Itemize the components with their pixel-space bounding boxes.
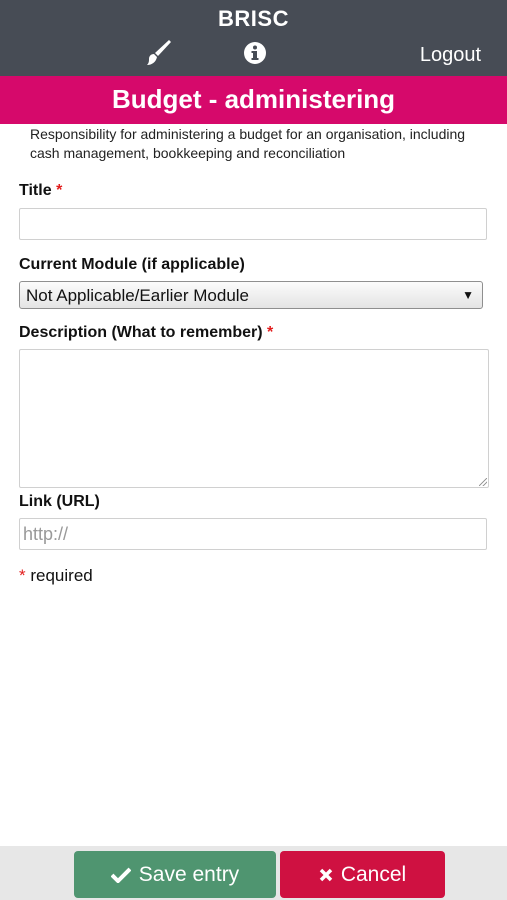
top-app-bar: BRISC Logout: [0, 0, 507, 76]
required-note-text: required: [30, 566, 93, 585]
page-description: Responsibility for administering a budge…: [30, 126, 466, 161]
dropdown-arrow-icon: ▼: [462, 288, 474, 302]
description-textarea[interactable]: [19, 349, 489, 488]
required-asterisk: *: [19, 566, 26, 585]
checkmark-icon: [110, 867, 131, 883]
title-label: Title *: [19, 182, 62, 200]
link-url-input[interactable]: http://: [19, 518, 487, 550]
paintbrush-icon[interactable]: [144, 38, 172, 68]
save-entry-label: Save entry: [138, 862, 240, 886]
module-label: Current Module (if applicable): [19, 256, 245, 273]
title-input[interactable]: [19, 208, 487, 240]
description-label-text: Description (What to remember): [19, 324, 263, 341]
action-footer: Save entry Cancel: [0, 846, 507, 900]
info-icon[interactable]: [243, 41, 267, 65]
cancel-label: Cancel: [340, 862, 407, 886]
resize-handle-icon[interactable]: [479, 478, 487, 486]
link-placeholder: http://: [23, 524, 69, 544]
app-title: BRISC: [218, 6, 289, 31]
cancel-button[interactable]: Cancel: [280, 851, 445, 898]
module-select[interactable]: Not Applicable/Earlier Module ▼: [19, 281, 483, 309]
save-entry-button[interactable]: Save entry: [74, 851, 276, 898]
close-icon: [319, 868, 333, 882]
title-label-text: Title: [19, 182, 52, 199]
description-label: Description (What to remember) *: [19, 324, 273, 342]
page-title-bar: Budget - administering: [0, 76, 507, 124]
required-legend: * required: [19, 566, 93, 586]
page-title: Budget - administering: [111, 84, 396, 114]
link-label: Link (URL): [19, 493, 100, 510]
logout-link[interactable]: Logout: [420, 44, 481, 67]
required-asterisk: *: [267, 324, 274, 341]
required-asterisk: *: [56, 182, 63, 199]
module-select-value: Not Applicable/Earlier Module: [26, 286, 250, 305]
